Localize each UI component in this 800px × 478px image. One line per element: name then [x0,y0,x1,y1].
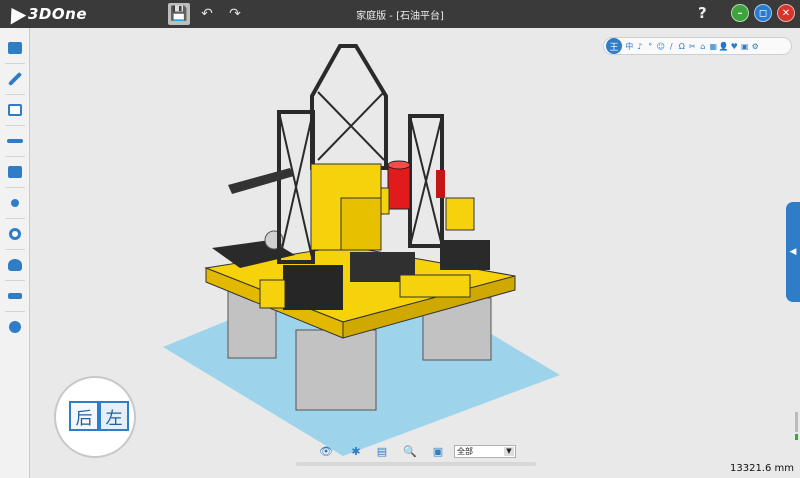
cube-face-back[interactable]: 后 [69,401,99,431]
combine-button[interactable] [3,253,27,281]
render-button[interactable] [3,315,27,339]
grid-icon[interactable]: ▣ [740,42,751,51]
oil-platform-model[interactable] [31,28,800,478]
rt-item-9[interactable]: ▦ [708,42,719,51]
close-button[interactable]: ✕ [777,4,795,22]
crane-boom [228,168,294,194]
bottom-view-toolbar: 👁 ✱ ▤ 🔍 ▣ 全部 ▼ [296,440,536,466]
deck-machinery [445,197,475,231]
render-icon [9,321,21,333]
view-cube[interactable]: 后 左 [54,376,136,458]
title-bar: 3DOne 💾 ↶ ↷ 家庭版 - [石油平台] ? – ◻ ✕ [0,0,800,28]
red-tank [387,164,411,210]
modify-button[interactable] [3,160,27,188]
rt-item-7[interactable]: ✂ [687,42,698,51]
toolbar-shelf [296,462,536,466]
rt-item-5[interactable]: / [666,42,677,51]
central-module [340,197,382,251]
chevron-down-icon: ▼ [504,447,514,456]
rt-item-6[interactable]: Ω [677,42,688,51]
3d-viewport[interactable] [31,28,800,478]
filter-select-value: 全部 [457,447,473,456]
layer-icon[interactable]: ▤ [374,444,390,458]
deck-machinery [440,240,490,270]
panel-collapse-tab[interactable]: ◀ [786,202,800,302]
modify-icon [8,166,22,178]
deck-machinery [399,274,471,298]
maximize-button[interactable]: ◻ [754,4,772,22]
rt-item-3[interactable]: ° [645,42,656,51]
red-tank [436,170,445,198]
scroll-indicator [795,412,798,432]
chevron-left-icon: ◀ [789,247,797,257]
sketch-button[interactable] [3,67,27,95]
basic-solid-button[interactable] [3,36,27,64]
gear-icon[interactable]: ⚙ [750,42,761,51]
cube-face-left[interactable]: 左 [99,401,129,431]
rt-item-1[interactable]: 中 [624,41,635,52]
combine-icon [8,259,22,271]
distance-icon [8,293,22,299]
view-eye-icon[interactable]: 👁 [318,444,334,458]
transform-button[interactable] [3,191,27,219]
filter-select[interactable]: 全部 ▼ [454,445,516,458]
minimize-button[interactable]: – [731,4,749,22]
rt-item-8[interactable]: ⌂ [698,42,709,51]
right-mini-toolbar: 王 中 ♪ ° ☺ / Ω ✂ ⌂ ▦ 👤 ♥ ▣ ⚙ [603,37,792,55]
basic-solid-icon [8,42,22,54]
deck-machinery [283,265,343,310]
help-button[interactable]: ? [698,4,707,22]
favorite-icon[interactable]: ♥ [729,42,740,51]
scroll-indicator-active [795,434,798,440]
sketch-icon [7,71,23,87]
platform-leg [295,329,377,411]
image-icon[interactable]: ▣ [430,444,446,458]
distance-button[interactable] [3,284,27,312]
feature-icon [7,139,23,143]
magnet-button[interactable] [3,222,27,250]
zoom-icon[interactable]: 🔍 [402,444,418,458]
input-method-button[interactable]: 王 [606,38,622,54]
yellow-cylinder [380,187,390,215]
zoom-status: 13321.6 mm [730,463,795,474]
window-title: 家庭版 - [石油平台] [356,11,444,22]
rt-item-2[interactable]: ♪ [635,42,646,51]
sketch-edit-icon [8,104,22,116]
deck-machinery [259,279,286,309]
user-icon[interactable]: 👤 [719,42,730,51]
render-mode-icon[interactable]: ✱ [348,444,364,458]
rt-item-4[interactable]: ☺ [656,42,667,51]
left-command-toolbar [0,28,30,478]
feature-button[interactable] [3,129,27,157]
magnet-icon [9,228,21,240]
transform-icon [11,199,19,207]
sketch-edit-button[interactable] [3,98,27,126]
